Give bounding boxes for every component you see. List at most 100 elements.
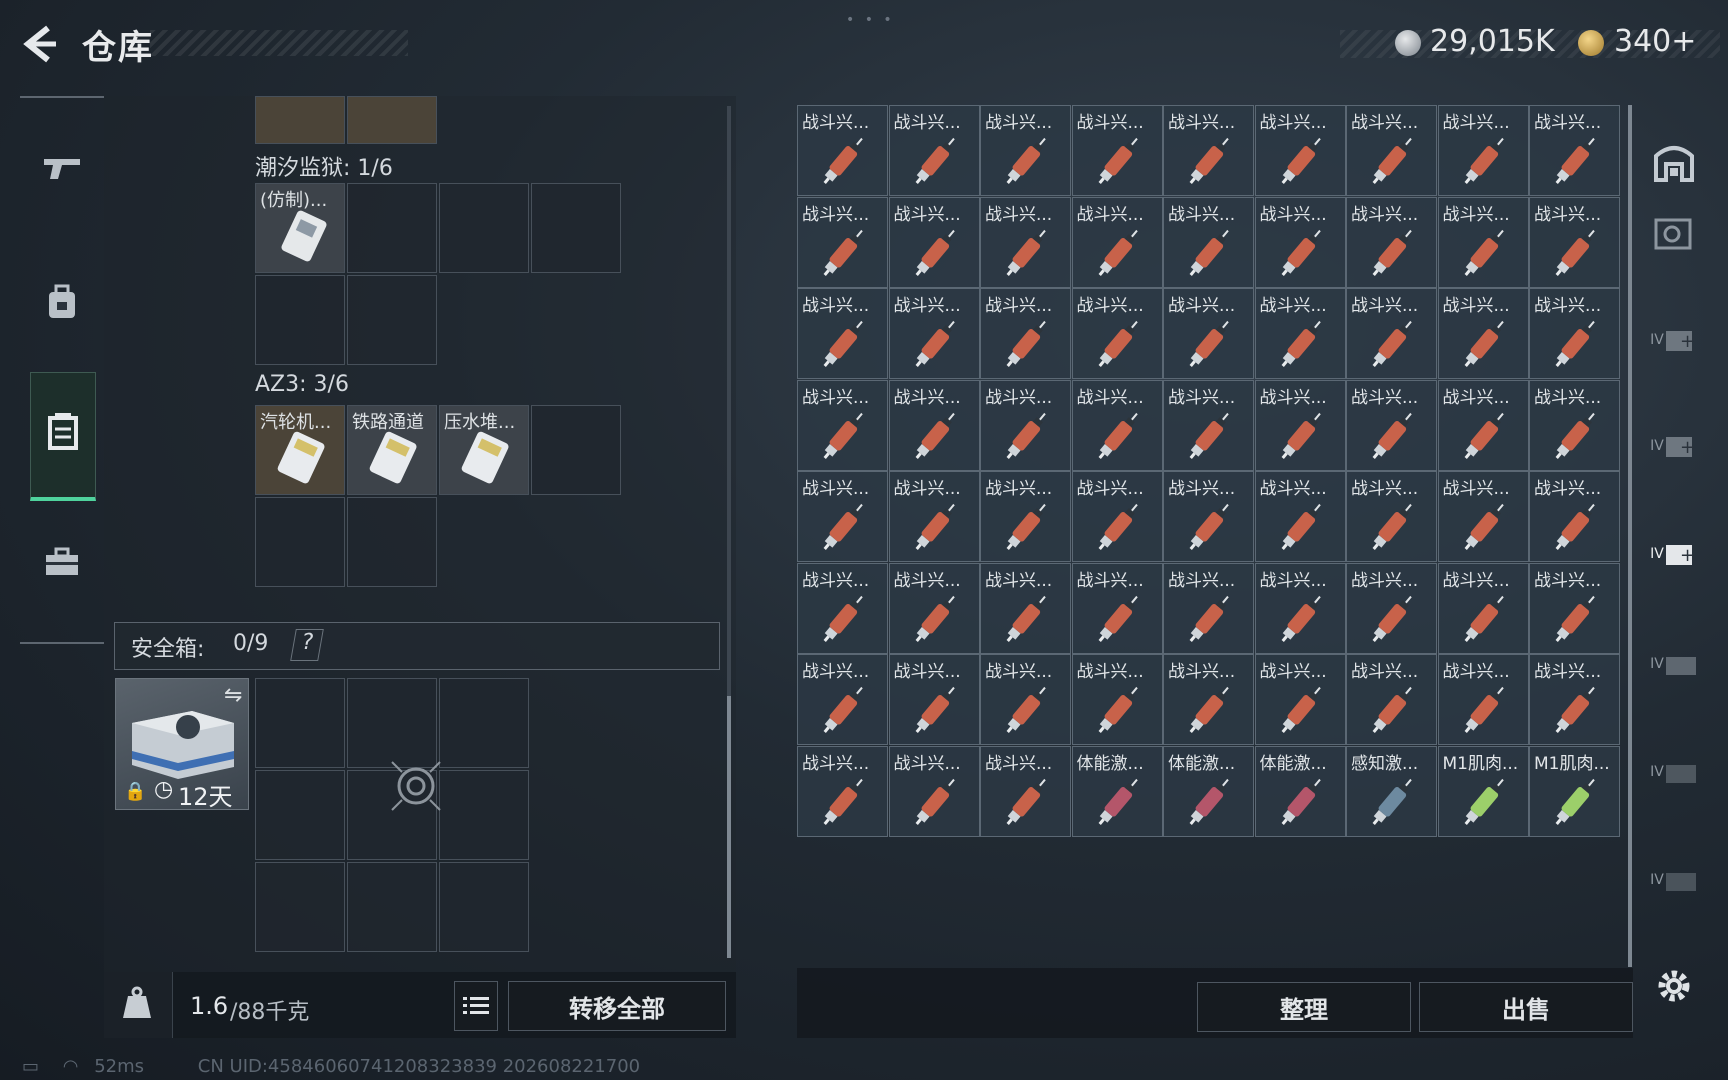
grid-slot[interactable] xyxy=(347,275,437,365)
storage-item[interactable]: 战斗兴... xyxy=(888,288,980,379)
storage-item[interactable]: 战斗兴... xyxy=(980,562,1071,654)
coin-amount[interactable]: 340+ xyxy=(1614,24,1696,59)
storage-item[interactable]: 战斗兴... xyxy=(1071,105,1163,196)
storage-item[interactable]: 体能激... xyxy=(1071,745,1163,837)
storage-item[interactable]: 战斗兴... xyxy=(1346,196,1437,288)
safe-slot[interactable] xyxy=(439,770,529,860)
sort-button[interactable]: 整理 xyxy=(1197,982,1411,1032)
storage-item[interactable]: 战斗兴... xyxy=(1529,379,1620,471)
grid-slot-item[interactable]: 汽轮机... xyxy=(255,405,345,495)
storage-item[interactable]: 战斗兴... xyxy=(1437,288,1529,379)
storage-tab-5[interactable]: IV xyxy=(1646,636,1702,692)
sell-button[interactable]: 出售 xyxy=(1419,982,1633,1032)
storage-item[interactable]: 战斗兴... xyxy=(888,745,980,837)
storage-item[interactable]: 战斗兴... xyxy=(888,105,980,196)
help-button[interactable]: ? xyxy=(290,629,324,661)
settings-button[interactable] xyxy=(1646,958,1702,1014)
storage-item[interactable]: 战斗兴... xyxy=(980,745,1071,837)
storage-item[interactable]: 战斗兴... xyxy=(797,745,888,837)
storage-item[interactable]: 战斗兴... xyxy=(1254,654,1346,745)
storage-item[interactable]: 战斗兴... xyxy=(1163,288,1254,379)
storage-item[interactable]: 战斗兴... xyxy=(980,105,1071,196)
storage-tab-4-active[interactable]: IV + xyxy=(1646,526,1702,582)
storage-item[interactable]: 战斗兴... xyxy=(1529,562,1620,654)
storage-item[interactable]: 战斗兴... xyxy=(1254,105,1346,196)
storage-item[interactable]: 战斗兴... xyxy=(1163,654,1254,745)
grid-slot[interactable] xyxy=(531,183,621,273)
safe-slot[interactable] xyxy=(439,678,529,768)
storage-item[interactable]: 战斗兴... xyxy=(1163,105,1254,196)
storage-item[interactable]: 战斗兴... xyxy=(1346,288,1437,379)
storage-item[interactable]: 战斗兴... xyxy=(980,196,1071,288)
storage-item[interactable]: 战斗兴... xyxy=(797,288,888,379)
storage-item[interactable]: 战斗兴... xyxy=(888,196,980,288)
grid-slot[interactable] xyxy=(347,183,437,273)
storage-item[interactable]: 战斗兴... xyxy=(797,654,888,745)
storage-item[interactable]: 战斗兴... xyxy=(1163,471,1254,562)
storage-item[interactable]: 战斗兴... xyxy=(1437,471,1529,562)
storage-item[interactable]: 战斗兴... xyxy=(1071,562,1163,654)
storage-item[interactable]: 战斗兴... xyxy=(1346,105,1437,196)
storage-item[interactable]: 战斗兴... xyxy=(1071,654,1163,745)
storage-item[interactable]: M1肌肉... xyxy=(1529,745,1620,837)
storage-item[interactable]: 战斗兴... xyxy=(1529,654,1620,745)
storage-item[interactable]: 战斗兴... xyxy=(980,654,1071,745)
storage-item[interactable]: 战斗兴... xyxy=(1346,654,1437,745)
storage-item[interactable]: 战斗兴... xyxy=(1163,562,1254,654)
grid-slot[interactable] xyxy=(255,275,345,365)
safe-slot[interactable] xyxy=(255,770,345,860)
transfer-all-button[interactable]: 转移全部 xyxy=(508,981,726,1031)
storage-item[interactable]: M1肌肉... xyxy=(1437,745,1529,837)
nav-storage-active[interactable] xyxy=(30,372,96,501)
storage-item[interactable]: 战斗兴... xyxy=(1346,379,1437,471)
safe-slot[interactable] xyxy=(347,678,437,768)
partial-item[interactable] xyxy=(347,96,437,144)
grid-slot-item[interactable]: 铁路通道 xyxy=(347,405,437,495)
storage-item[interactable]: 战斗兴... xyxy=(888,562,980,654)
storage-tab-1[interactable] xyxy=(1646,206,1702,262)
storage-item[interactable]: 战斗兴... xyxy=(1163,196,1254,288)
grid-slot[interactable] xyxy=(347,497,437,587)
back-button[interactable] xyxy=(18,22,60,66)
storage-item[interactable]: 战斗兴... xyxy=(1437,654,1529,745)
safe-slot[interactable] xyxy=(347,862,437,952)
storage-item[interactable]: 战斗兴... xyxy=(1437,379,1529,471)
nav-weapon[interactable] xyxy=(30,128,94,208)
storage-item[interactable]: 体能激... xyxy=(1163,745,1254,837)
storage-item[interactable]: 战斗兴... xyxy=(1254,562,1346,654)
warehouse-tab[interactable] xyxy=(1646,134,1702,190)
safe-slot[interactable] xyxy=(255,678,345,768)
storage-item[interactable]: 战斗兴... xyxy=(1437,105,1529,196)
storage-item[interactable]: 战斗兴... xyxy=(1254,288,1346,379)
storage-item[interactable]: 战斗兴... xyxy=(797,105,888,196)
storage-item[interactable]: 战斗兴... xyxy=(1346,471,1437,562)
storage-tab-6[interactable]: IV xyxy=(1646,744,1702,800)
more-dots-icon[interactable]: • • • xyxy=(846,12,895,28)
storage-item[interactable]: 战斗兴... xyxy=(797,379,888,471)
storage-item[interactable]: 战斗兴... xyxy=(1437,562,1529,654)
storage-item[interactable]: 体能激... xyxy=(1254,745,1346,837)
storage-item[interactable]: 战斗兴... xyxy=(980,288,1071,379)
nav-toolbox[interactable] xyxy=(30,522,94,602)
storage-tab-3[interactable]: IV + xyxy=(1646,418,1702,474)
storage-item[interactable]: 战斗兴... xyxy=(1529,471,1620,562)
storage-item[interactable]: 战斗兴... xyxy=(1529,288,1620,379)
storage-item[interactable]: 战斗兴... xyxy=(888,379,980,471)
storage-item[interactable]: 战斗兴... xyxy=(888,654,980,745)
grid-slot[interactable] xyxy=(531,405,621,495)
storage-item[interactable]: 战斗兴... xyxy=(1254,379,1346,471)
safe-slot[interactable] xyxy=(439,862,529,952)
storage-tab-2[interactable]: IV + xyxy=(1646,312,1702,368)
storage-item[interactable]: 战斗兴... xyxy=(1529,105,1620,196)
partial-item[interactable] xyxy=(255,96,345,144)
storage-item[interactable]: 战斗兴... xyxy=(1071,471,1163,562)
storage-tab-7[interactable]: IV xyxy=(1646,852,1702,908)
storage-item[interactable]: 战斗兴... xyxy=(888,471,980,562)
list-view-button[interactable] xyxy=(454,981,498,1031)
storage-item[interactable]: 战斗兴... xyxy=(980,471,1071,562)
right-scrollbar-thumb[interactable] xyxy=(1628,105,1632,967)
storage-item[interactable]: 战斗兴... xyxy=(1071,379,1163,471)
storage-item[interactable]: 战斗兴... xyxy=(1254,196,1346,288)
grid-slot-item[interactable]: 压水堆... xyxy=(439,405,529,495)
storage-item[interactable]: 战斗兴... xyxy=(1071,288,1163,379)
